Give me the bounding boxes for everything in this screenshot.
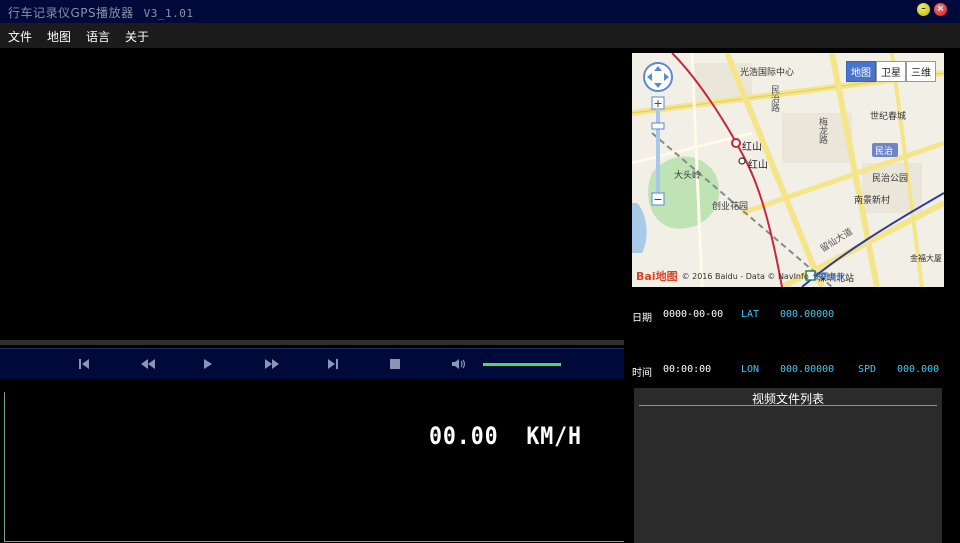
map-road-label: 民治路 (769, 85, 779, 112)
speed-value: 00.00 (429, 422, 499, 450)
map-label: 创业花园 (712, 202, 749, 212)
seek-bar[interactable] (0, 340, 624, 345)
map-terms-link[interactable]: 使用条款 (813, 271, 845, 282)
map-road-label: 梅龙路 (817, 117, 827, 144)
lat-label: LAT (741, 309, 760, 320)
file-list-divider (639, 405, 937, 406)
map-label: 民治公园 (872, 174, 909, 184)
playback-controls (0, 348, 624, 379)
lat-value: 000.00000 (780, 309, 835, 320)
speed-unit: KM/H (526, 422, 582, 450)
map-label: 民治 (875, 147, 894, 157)
app-version: V3_1.01 (143, 7, 194, 20)
previous-track-icon[interactable] (76, 357, 92, 371)
menu-map[interactable]: 地图 (47, 28, 71, 45)
map-footer: Bai地图 © 2016 Baidu - Data © NavInfo 使用条款 (636, 268, 845, 284)
stop-icon[interactable] (387, 357, 403, 371)
lon-value: 000.00000 (780, 364, 835, 375)
menu-about[interactable]: 关于 (125, 28, 149, 45)
map-copyright: © 2016 Baidu - Data © NavInfo (681, 271, 809, 281)
map-label: 红山 (742, 142, 762, 153)
map-label: 南景新村 (854, 196, 891, 206)
time-label: 时间 (632, 368, 652, 379)
map-nav-control: + − (642, 61, 674, 215)
spd-label: SPD (858, 364, 877, 375)
video-file-list[interactable]: 视频文件列表 (634, 388, 942, 543)
minimize-button[interactable]: – (917, 3, 930, 16)
map-type-map[interactable]: 地图 (846, 61, 876, 82)
map-label: 世纪春城 (870, 112, 907, 122)
map-label: 大头岭 (674, 171, 702, 181)
map-label: 红山 (748, 160, 768, 171)
svg-text:−: − (653, 193, 662, 206)
title-bar: 行车记录仪GPS播放器 V3_1.01 – × (0, 0, 960, 23)
rewind-icon[interactable] (140, 357, 156, 371)
map-label: 金福大厦 (910, 254, 942, 263)
fast-forward-icon[interactable] (264, 357, 280, 371)
time-value: 00:00:00 (663, 364, 712, 375)
map-type-switch: 地图 卫星 三维 (846, 61, 936, 82)
speed-readout: 00.00 KM/H (429, 422, 582, 450)
menu-bar: 文件 地图 语言 关于 (0, 23, 960, 48)
video-display[interactable] (0, 48, 624, 340)
map-pan-icon[interactable]: + − (642, 61, 674, 211)
menu-file[interactable]: 文件 (8, 28, 32, 45)
lon-label: LON (741, 364, 760, 375)
map-label: 光浩国际中心 (740, 68, 795, 78)
app-name: 行车记录仪GPS播放器 (8, 6, 134, 20)
map-type-satellite[interactable]: 卫星 (876, 61, 906, 82)
map-view[interactable]: 光浩国际中心 红山 红山 世纪春城 民治 民治公园 大头岭 创业花园 南景新村 … (632, 53, 944, 287)
spd-value: 000.000 (897, 364, 940, 375)
window-title: 行车记录仪GPS播放器 V3_1.01 (8, 4, 194, 21)
date-value: 0000-00-00 (663, 309, 724, 320)
map-type-3d[interactable]: 三维 (906, 61, 936, 82)
volume-icon[interactable] (451, 357, 467, 371)
baidu-logo: Bai地图 (636, 270, 678, 283)
next-track-icon[interactable] (325, 357, 341, 371)
volume-slider[interactable] (483, 363, 561, 366)
svg-text:+: + (653, 97, 662, 110)
date-label: 日期 (632, 313, 652, 324)
close-button[interactable]: × (934, 3, 947, 16)
play-icon[interactable] (200, 357, 216, 371)
speed-panel: 00.00 KM/H (4, 392, 624, 542)
menu-language[interactable]: 语言 (86, 28, 110, 45)
